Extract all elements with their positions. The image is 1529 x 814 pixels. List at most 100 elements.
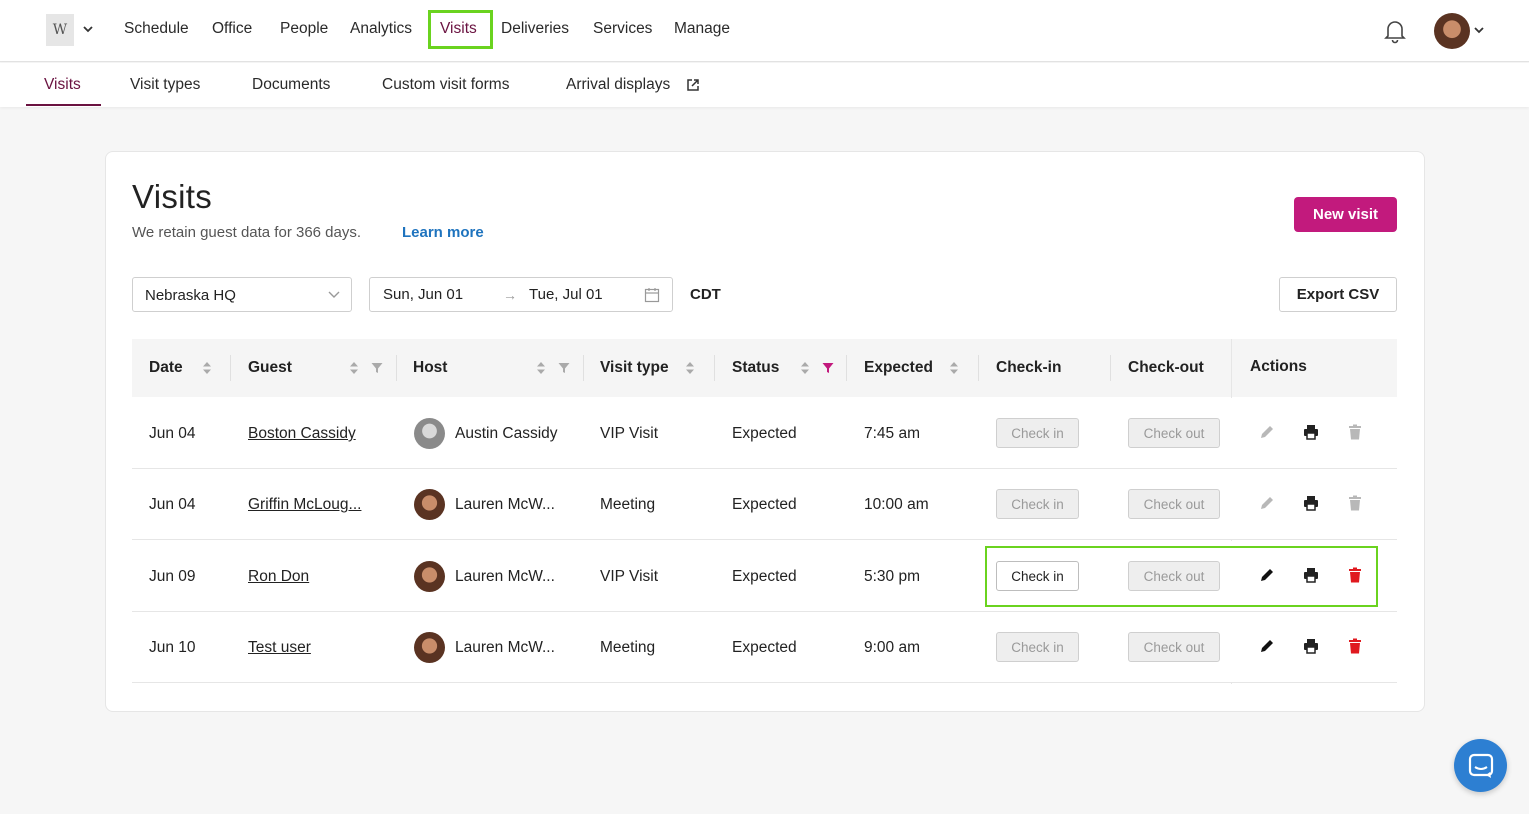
header-host[interactable]: Host [413,359,447,377]
chevron-down-icon[interactable] [82,22,94,36]
header-status[interactable]: Status [732,359,779,377]
timezone-label: CDT [690,286,721,303]
column-separator [396,355,397,381]
guest-link[interactable]: Ron Don [248,568,309,586]
column-separator [1110,355,1111,381]
host-avatar [414,418,445,449]
sort-icon[interactable] [685,361,695,375]
row-status: Expected [732,639,797,656]
bell-icon[interactable] [1383,18,1407,44]
nav-item-analytics[interactable]: Analytics [350,20,412,38]
trash-icon [1349,424,1361,440]
column-separator [230,355,231,381]
header-check-out: Check-out [1128,359,1204,376]
nav-item-manage[interactable]: Manage [674,20,730,38]
sort-icon[interactable] [949,361,959,375]
row-date: Jun 10 [149,639,196,656]
chevron-down-icon[interactable] [1473,24,1485,36]
external-link-icon[interactable] [686,78,700,92]
sub-navigation: Visits Visit types Documents Custom visi… [0,63,1529,107]
row-status: Expected [732,568,797,585]
sort-icon[interactable] [536,361,546,375]
nav-item-people[interactable]: People [280,20,328,38]
trash-icon[interactable] [1348,638,1362,654]
nav-item-deliveries[interactable]: Deliveries [501,20,569,38]
location-value: Nebraska HQ [145,287,236,304]
pencil-icon [1261,426,1273,438]
filter-icon-active[interactable] [822,362,834,374]
location-select[interactable]: Nebraska HQ [132,277,352,312]
calendar-icon [644,288,660,303]
column-separator [846,355,847,381]
row-host: Austin Cassidy [455,425,558,442]
row-visit-type: VIP Visit [600,425,659,442]
sort-icon[interactable] [800,361,810,375]
check-out-button: Check out [1128,632,1220,662]
page-title: Visits [132,178,213,215]
table-row: Jun 04 Boston Cassidy Austin Cassidy VIP… [132,398,1397,469]
printer-icon[interactable] [1303,638,1319,654]
printer-icon[interactable] [1303,424,1319,440]
row-visit-type: Meeting [600,639,656,656]
trash-icon [1349,495,1361,511]
row-expected: 9:00 am [864,639,921,656]
guest-link[interactable]: Griffin McLoug... [248,496,361,514]
header-date[interactable]: Date [149,359,183,377]
tab-documents[interactable]: Documents [252,76,330,94]
check-out-button: Check out [1128,418,1220,448]
table-row: Jun 10 Test user Lauren McW... Meeting E… [132,612,1397,683]
row-date: Jun 04 [149,496,196,513]
printer-icon[interactable] [1303,495,1319,511]
tab-arrival-displays[interactable]: Arrival displays [566,76,670,94]
company-logo[interactable]: W [46,14,74,46]
new-visit-button[interactable]: New visit [1294,197,1397,232]
pencil-icon[interactable] [1259,638,1275,654]
top-navigation: W Schedule Office People Analytics Visit… [0,0,1529,62]
column-separator [583,355,584,381]
sort-icon[interactable] [202,361,212,375]
export-csv-button[interactable]: Export CSV [1279,277,1397,312]
tab-custom-visit-forms[interactable]: Custom visit forms [382,76,509,94]
tab-visit-types[interactable]: Visit types [130,76,200,94]
host-avatar [414,489,445,520]
nav-highlight-box [428,10,493,49]
row-host: Lauren McW... [455,496,555,513]
header-visit-type[interactable]: Visit type [600,359,669,377]
row-highlight-box [985,546,1378,607]
check-in-button: Check in [996,632,1079,662]
user-avatar[interactable] [1434,13,1470,49]
nav-item-office[interactable]: Office [212,20,252,38]
pencil-icon [1261,497,1273,509]
sort-icon[interactable] [349,361,359,375]
active-tab-underline [26,104,101,106]
date-end[interactable]: Tue, Jul 01 [529,286,603,303]
date-start[interactable]: Sun, Jun 01 [383,286,463,303]
row-host: Lauren McW... [455,639,555,656]
guest-link[interactable]: Test user [248,639,311,657]
header-guest[interactable]: Guest [248,359,292,377]
host-avatar [414,632,445,663]
nav-item-schedule[interactable]: Schedule [124,20,189,38]
chat-launcher[interactable] [1454,739,1507,792]
row-date: Jun 09 [149,568,196,585]
check-in-button: Check in [996,418,1079,448]
guest-link[interactable]: Boston Cassidy [248,425,356,443]
filter-icon[interactable] [558,362,570,374]
learn-more-link[interactable]: Learn more [402,224,484,241]
nav-item-services[interactable]: Services [593,20,652,38]
row-date: Jun 04 [149,425,196,442]
header-check-in: Check-in [996,359,1062,376]
tab-visits[interactable]: Visits [44,76,81,94]
date-range-picker[interactable]: Sun, Jun 01 → Tue, Jul 01 [369,277,673,312]
column-separator [978,355,979,381]
filter-icon[interactable] [371,362,383,374]
column-separator [714,355,715,381]
table-header: Date Guest Host Visit type Status Expect… [132,339,1397,397]
row-expected: 10:00 am [864,496,929,513]
header-expected[interactable]: Expected [864,359,933,377]
logo-text: W [52,22,68,38]
retention-text: We retain guest data for 366 days. [132,224,362,241]
row-expected: 7:45 am [864,425,921,442]
date-range-arrow: → [503,287,517,303]
row-status: Expected [732,496,797,513]
